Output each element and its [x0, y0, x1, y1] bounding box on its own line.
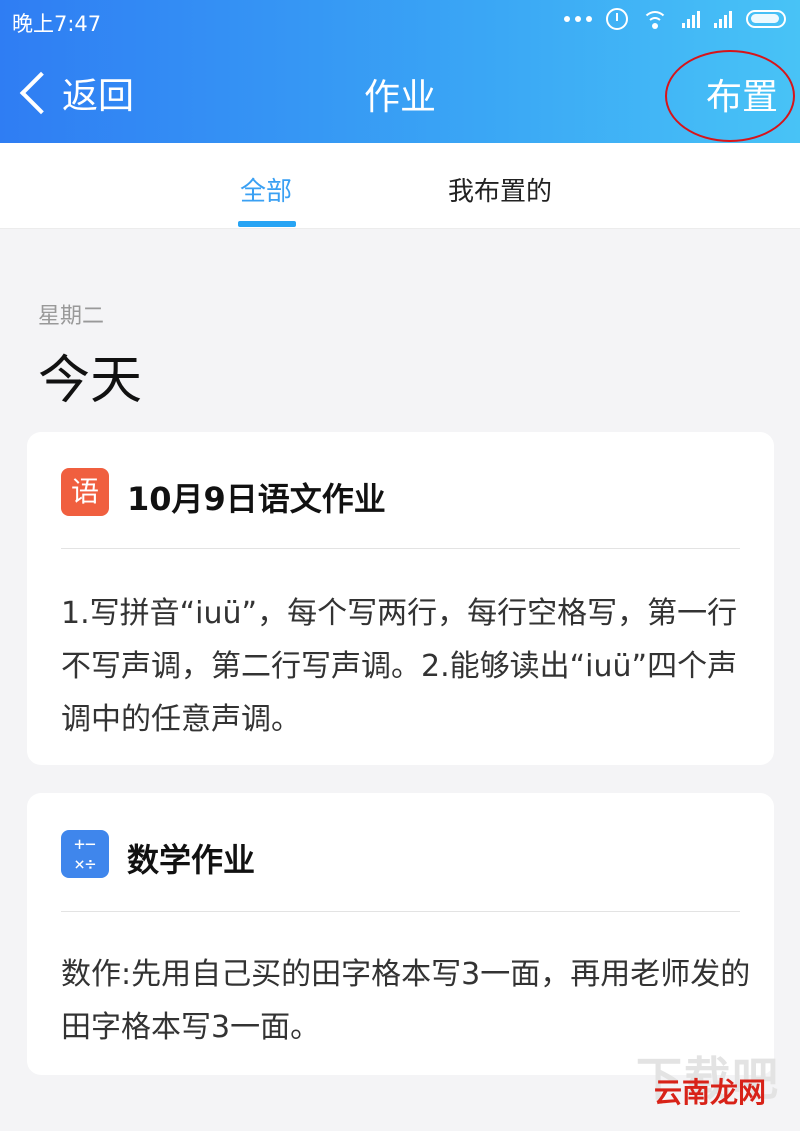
- battery-icon: [746, 10, 786, 28]
- homework-title: 10月9日语文作业: [127, 480, 386, 518]
- wifi-icon: [642, 9, 668, 29]
- math-subject-icon: +− ×÷: [61, 830, 109, 878]
- homework-description: 1.写拼音“iuü”，每个写两行，每行空格写，第一行不写声调，第二行写声调。2.…: [61, 596, 738, 737]
- homework-description: 数作:先用自己买的田字格本写3一面，再用老师发的田字格本写3一面。: [61, 957, 751, 1045]
- active-tab-indicator: [238, 221, 296, 227]
- app-header: 晚上7:47 返回 作业 布置: [0, 0, 800, 143]
- weekday-label: 星期二: [38, 304, 105, 329]
- homework-card[interactable]: +− ×÷ 数学作业 数作:先用自己买的田字格本写3一面，再用老师发的田字格本写3…: [27, 793, 774, 1075]
- divider: [61, 911, 740, 912]
- signal-icon: [714, 10, 732, 28]
- signal-icon: [682, 10, 700, 28]
- more-dots-icon: [564, 16, 592, 22]
- divider: [61, 548, 740, 549]
- homework-title: 数学作业: [127, 841, 256, 879]
- alarm-icon: [606, 8, 628, 30]
- watermark: 云南龙网: [653, 1076, 766, 1109]
- status-time: 晚上7:47: [12, 12, 102, 36]
- status-bar: 晚上7:47: [0, 0, 800, 44]
- highlight-circle: [665, 50, 795, 142]
- tab-all[interactable]: 全部: [240, 171, 292, 208]
- tab-bar: 全部 我布置的: [0, 143, 800, 229]
- chinese-subject-icon: 语: [61, 468, 109, 516]
- homework-card[interactable]: 语 10月9日语文作业 1.写拼音“iuü”，每个写两行，每行空格写，第一行不写…: [27, 432, 774, 765]
- day-heading: 今天: [38, 351, 143, 411]
- status-icons: [564, 8, 786, 30]
- tab-assigned-by-me[interactable]: 我布置的: [448, 171, 552, 208]
